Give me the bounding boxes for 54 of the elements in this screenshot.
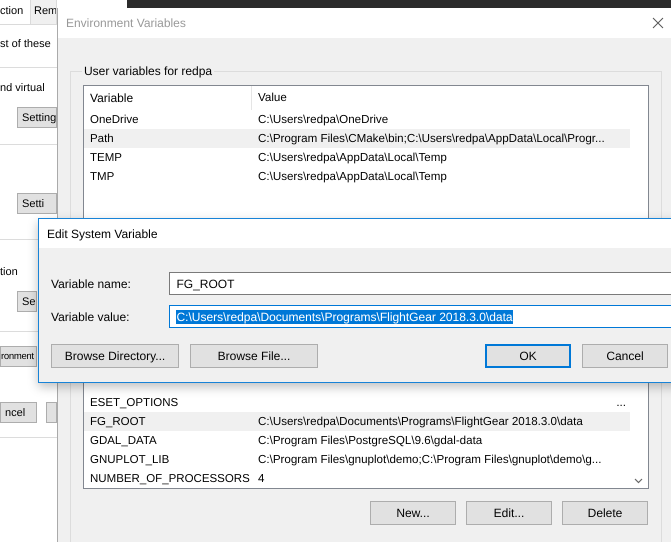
variable-value: C:\Program Files\gnuplot\demo;C:\Program Files\gnuplot\demo\g...: [257, 453, 602, 466]
list-row[interactable]: TMP C:\Users\redpa\AppData\Local\Temp: [84, 167, 630, 186]
variable-value: C:\Program Files\CMake\bin;C:\Users\redpa\AppData\Local\Progr...: [257, 132, 605, 145]
window-title: Environment Variables: [66, 16, 186, 30]
variable-name: TMP: [89, 170, 116, 182]
list-row[interactable]: NUMBER_OF_PROCESSORS 4: [84, 469, 630, 488]
variable-name: FG_ROOT: [89, 416, 147, 428]
variable-name: ESET_OPTIONS: [89, 396, 180, 408]
variable-value: 4: [257, 472, 264, 485]
input-field[interactable]: FG_ROOT: [169, 272, 671, 295]
description-text: st of these: [0, 38, 51, 50]
variable-name: TEMP: [89, 152, 123, 164]
list-row[interactable]: GNUPLOT_LIB C:\Program Files\gnuplot\demo;C:\Program Files\gnuplot\demo\g...: [84, 450, 630, 469]
browse-button[interactable]: Browse File...: [190, 344, 318, 368]
input-field[interactable]: C:\Users\redpa\Documents\Programs\FlightGear 2018.3.0\data: [169, 305, 671, 328]
settings-button[interactable]: ronment: [0, 346, 37, 367]
column-header[interactable]: Variable: [84, 86, 252, 110]
variable-name: Path: [89, 132, 115, 144]
field-label: Variable value:: [51, 310, 130, 324]
dialog-button[interactable]: ncel: [0, 402, 37, 423]
variable-value: C:\Users\redpa\AppData\Local\Temp: [257, 170, 447, 183]
group-label: User variables for redpa: [83, 64, 214, 78]
close-icon[interactable]: [652, 17, 664, 29]
field-label: Variable name:: [51, 276, 132, 290]
variable-name: NUMBER_OF_PROCESSORS: [89, 472, 251, 484]
browse-button[interactable]: Browse Directory...: [51, 344, 179, 368]
description-text: tion: [0, 266, 18, 278]
variable-name: GNUPLOT_LIB: [89, 454, 170, 466]
settings-button[interactable]: Setti: [17, 193, 57, 214]
list-row[interactable]: ESET_OPTIONS ...: [84, 393, 630, 412]
variable-value: C:\Program Files\PostgreSQL\9.6\gdal-data: [257, 434, 482, 447]
variable-value: C:\Users\redpa\AppData\Local\Temp: [257, 151, 447, 164]
list-row[interactable]: GDAL_DATA C:\Program Files\PostgreSQL\9.6\gdal-data: [84, 431, 630, 450]
settings-button[interactable]: Setting: [17, 107, 57, 128]
description-text: nd virtual: [0, 82, 45, 94]
variable-name: GDAL_DATA: [89, 434, 158, 446]
settings-button[interactable]: Se: [17, 291, 37, 312]
list-action-button[interactable]: Delete: [562, 501, 648, 525]
variable-value: ...: [615, 396, 627, 409]
list-row[interactable]: Path C:\Program Files\CMake\bin;C:\Users\redpa\AppData\Local\Progr...: [84, 129, 630, 148]
variable-name: OneDrive: [89, 114, 140, 126]
scroll-down-icon[interactable]: [634, 478, 643, 484]
list-action-button[interactable]: Edit...: [466, 501, 552, 525]
tab[interactable]: ction: [0, 0, 31, 24]
variable-value: C:\Users\redpa\Documents\Programs\FlightGear 2018.3.0\data: [257, 415, 583, 428]
variable-value: C:\Users\redpa\OneDrive: [257, 113, 388, 126]
list-action-button[interactable]: New...: [370, 501, 456, 525]
list-row[interactable]: OneDrive C:\Users\redpa\OneDrive: [84, 110, 630, 129]
list-row[interactable]: TEMP C:\Users\redpa\AppData\Local\Temp: [84, 148, 630, 167]
list-row[interactable]: FG_ROOT C:\Users\redpa\Documents\Programs\FlightGear 2018.3.0\data: [84, 412, 630, 431]
dialog-button[interactable]: OK: [485, 344, 571, 368]
dialog-title: Edit System Variable: [47, 226, 158, 240]
dialog-button[interactable]: Cancel: [582, 344, 668, 368]
column-header[interactable]: Value: [252, 86, 287, 110]
